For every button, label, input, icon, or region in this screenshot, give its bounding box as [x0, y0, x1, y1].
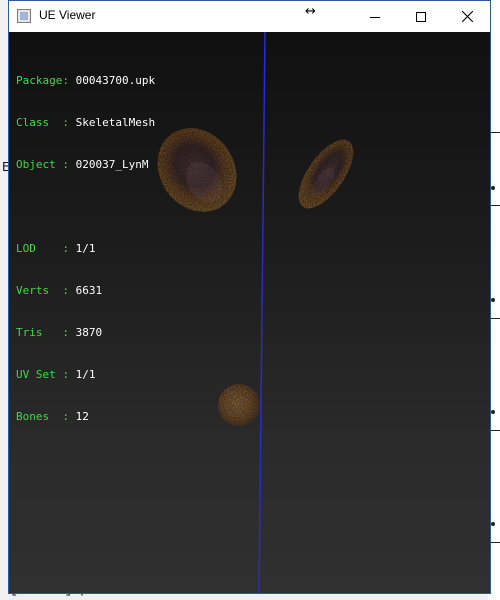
- maximize-button[interactable]: [398, 1, 444, 32]
- axis-line: [258, 32, 266, 593]
- 3d-viewport[interactable]: Package: 00043700.upk Class : SkeletalMe…: [9, 32, 490, 593]
- info-bones: Bones : 12: [16, 410, 89, 423]
- title-bar[interactable]: UE Viewer ↔: [9, 1, 490, 32]
- minimize-icon: [370, 16, 380, 18]
- ue-viewer-window: UE Viewer ↔ Package: 00043700.upk Class …: [8, 0, 491, 594]
- maximize-icon: [416, 11, 426, 22]
- app-icon: [17, 9, 31, 23]
- info-object: Object : 020037_LynM: [16, 158, 149, 171]
- info-tris: Tris : 3870: [16, 326, 103, 339]
- window-title: UE Viewer: [39, 8, 96, 22]
- info-uv-set: UV Set : 1/1: [16, 368, 96, 381]
- mesh-part-left: [157, 128, 237, 212]
- mesh-part-right: [298, 139, 354, 209]
- close-icon: [461, 11, 473, 22]
- mesh-info-overlay: Package: 00043700.upk Class : SkeletalMe…: [16, 46, 155, 452]
- info-verts: Verts : 6631: [16, 284, 103, 297]
- minimize-button[interactable]: [352, 1, 398, 32]
- info-package: Package: 00043700.upk: [16, 74, 156, 87]
- close-button[interactable]: [444, 1, 490, 32]
- info-lod: LOD : 1/1: [16, 242, 96, 255]
- resize-cursor-icon: ↔: [305, 4, 316, 19]
- mesh-part-root: [218, 384, 260, 426]
- info-class: Class : SkeletalMesh: [16, 116, 156, 129]
